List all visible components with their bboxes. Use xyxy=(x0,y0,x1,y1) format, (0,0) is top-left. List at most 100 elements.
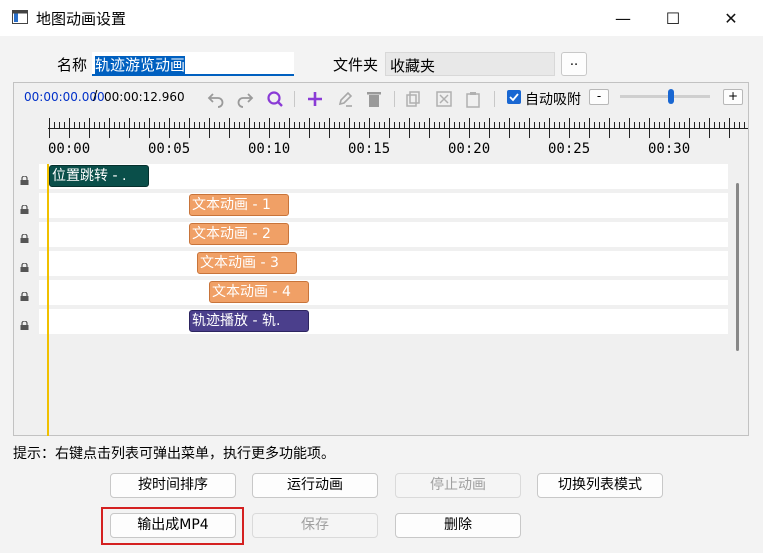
ruler-tick xyxy=(59,122,60,128)
ruler-tick xyxy=(279,122,280,128)
ruler-tick xyxy=(514,122,515,128)
ruler-tick xyxy=(254,122,255,128)
save-button[interactable]: 保存 xyxy=(252,513,378,538)
ruler-tick xyxy=(549,118,550,138)
ruler-tick xyxy=(724,122,725,128)
ruler-tick xyxy=(119,122,120,128)
ruler-tick xyxy=(469,118,470,138)
ruler-tick xyxy=(439,122,440,128)
ruler-tick xyxy=(689,118,690,138)
ruler-tick xyxy=(104,122,105,128)
ruler-tick xyxy=(64,122,65,128)
ruler-tick xyxy=(679,122,680,128)
ruler-tick xyxy=(624,122,625,128)
ruler-tick xyxy=(249,118,250,138)
ruler-tick xyxy=(599,122,600,128)
ruler-tick xyxy=(264,122,265,128)
ruler-tick xyxy=(644,122,645,128)
ruler-tick xyxy=(364,122,365,128)
ruler-tick xyxy=(179,122,180,128)
ruler-tick xyxy=(479,122,480,128)
ruler-tick xyxy=(524,122,525,128)
ruler-tick xyxy=(139,122,140,128)
ruler-tick xyxy=(409,118,410,138)
ruler-tick xyxy=(659,122,660,128)
playhead[interactable] xyxy=(47,164,49,436)
ruler-tick xyxy=(504,122,505,128)
ruler-tick xyxy=(134,122,135,128)
run-animation-button[interactable]: 运行动画 xyxy=(252,473,378,498)
ruler-tick xyxy=(544,122,545,128)
ruler-tick xyxy=(159,122,160,128)
ruler-tick xyxy=(534,122,535,128)
ruler-tick xyxy=(194,122,195,128)
ruler-tick xyxy=(404,122,405,128)
ruler-tick xyxy=(294,122,295,128)
ruler-tick xyxy=(219,122,220,128)
ruler-tick xyxy=(374,122,375,128)
ruler-tick xyxy=(614,122,615,128)
ruler-tick xyxy=(434,122,435,128)
ruler-tick xyxy=(209,118,210,138)
ruler-tick xyxy=(429,118,430,138)
ruler-tick xyxy=(304,122,305,128)
toggle-list-mode-button[interactable]: 切换列表模式 xyxy=(537,473,663,498)
ruler-tick xyxy=(234,122,235,128)
ruler-tick xyxy=(649,118,650,138)
ruler-tick xyxy=(669,118,670,138)
ruler-tick xyxy=(744,122,745,128)
ruler-tick xyxy=(314,122,315,128)
ruler-tick xyxy=(69,118,70,138)
ruler-tick xyxy=(604,122,605,128)
ruler-tick xyxy=(229,118,230,138)
ruler-tick xyxy=(149,118,150,138)
ruler-tick xyxy=(454,122,455,128)
ruler-tick xyxy=(189,118,190,138)
ruler-tick xyxy=(444,122,445,128)
stop-animation-button[interactable]: 停止动画 xyxy=(395,473,521,498)
ruler-tick xyxy=(369,118,370,138)
ruler-tick xyxy=(274,122,275,128)
ruler-tick xyxy=(584,122,585,128)
ruler-tick xyxy=(639,122,640,128)
ruler-tick xyxy=(589,118,590,138)
delete-button[interactable]: 删除 xyxy=(395,513,521,538)
ruler-tick xyxy=(79,122,80,128)
ruler-tick xyxy=(554,122,555,128)
ruler-tick xyxy=(459,122,460,128)
ruler-tick xyxy=(174,122,175,128)
ruler-label: 00:10 xyxy=(248,141,291,157)
ruler-tick xyxy=(734,122,735,128)
ruler-tick xyxy=(114,122,115,128)
highlight-box xyxy=(101,507,244,545)
sort-by-time-button[interactable]: 按时间排序 xyxy=(110,473,236,498)
vertical-scrollbar[interactable] xyxy=(736,183,739,351)
ruler-tick xyxy=(674,122,675,128)
ruler-tick xyxy=(664,122,665,128)
hint-text: 提示：右键点击列表可弹出菜单，执行更多功能项。 xyxy=(13,446,335,462)
ruler-tick xyxy=(464,122,465,128)
ruler-tick xyxy=(419,122,420,128)
ruler-tick xyxy=(519,122,520,128)
ruler-tick xyxy=(164,122,165,128)
ruler-tick xyxy=(394,122,395,128)
ruler-label: 00:30 xyxy=(648,141,691,157)
ruler-tick xyxy=(204,122,205,128)
ruler-tick xyxy=(49,118,50,138)
ruler-label: 00:05 xyxy=(148,141,191,157)
ruler-tick xyxy=(729,118,730,138)
ruler-tick xyxy=(484,122,485,128)
ruler-tick xyxy=(654,122,655,128)
ruler-tick xyxy=(284,122,285,128)
ruler-tick xyxy=(384,122,385,128)
ruler-tick xyxy=(379,122,380,128)
ruler-tick xyxy=(239,122,240,128)
ruler-tick xyxy=(124,122,125,128)
ruler-label: 00:00 xyxy=(48,141,91,157)
ruler-label: 00:25 xyxy=(548,141,591,157)
ruler-tick xyxy=(144,122,145,128)
ruler-tick xyxy=(269,118,270,138)
ruler-tick xyxy=(319,122,320,128)
ruler-tick xyxy=(89,118,90,138)
ruler-tick xyxy=(574,122,575,128)
